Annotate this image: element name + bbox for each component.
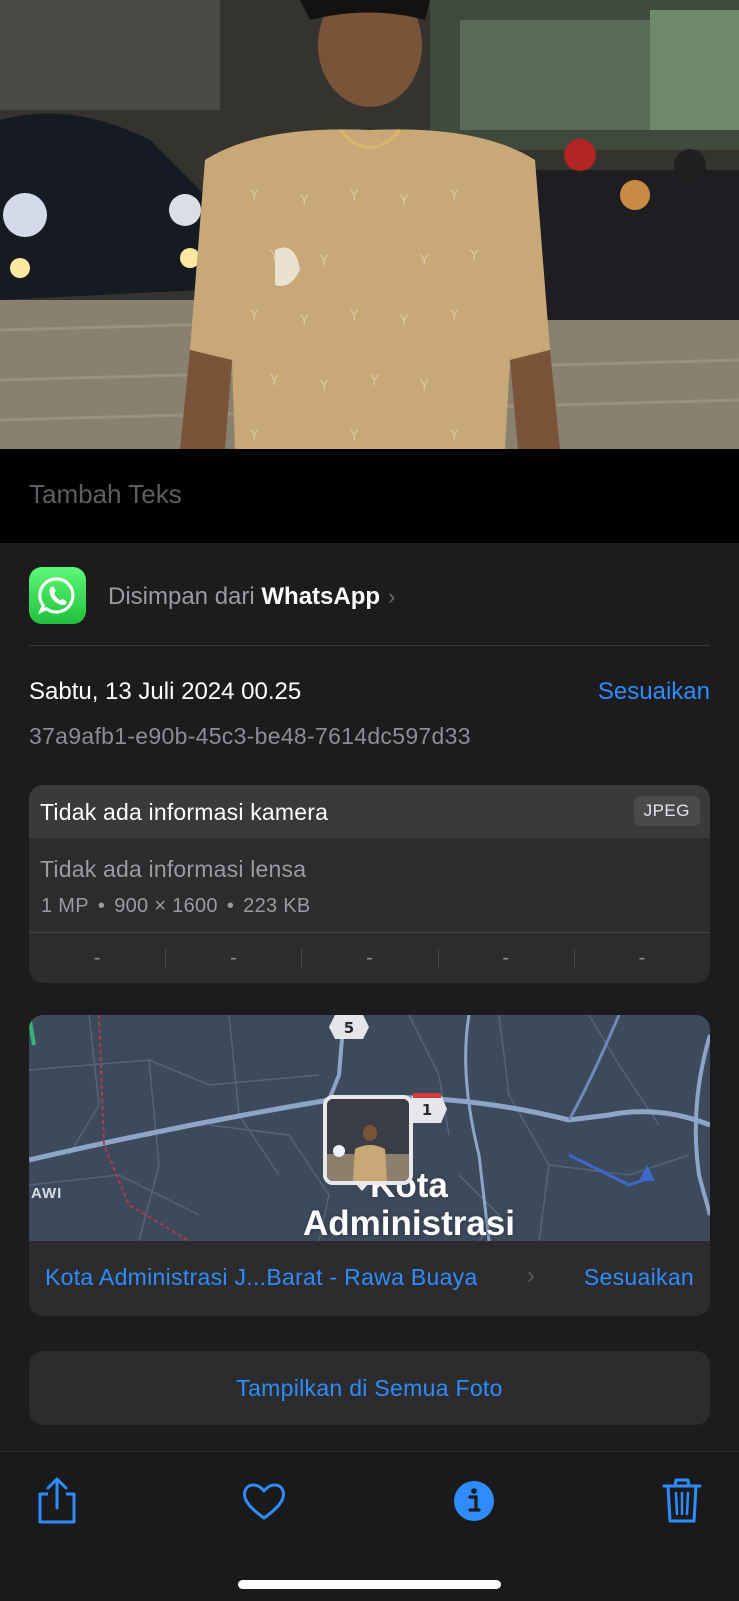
divider — [29, 645, 710, 646]
svg-text:Y: Y — [269, 373, 279, 389]
bottom-toolbar — [0, 1451, 739, 1601]
svg-text:Y: Y — [419, 378, 429, 394]
exif-shutter-speed: - — [573, 933, 710, 983]
lens-info: Tidak ada informasi lensa — [40, 856, 307, 882]
info-icon — [454, 1481, 494, 1521]
megapixels: 1 MP — [41, 895, 89, 917]
svg-text:Y: Y — [299, 313, 309, 329]
share-icon — [38, 1477, 76, 1524]
svg-text:Y: Y — [369, 373, 379, 389]
dimensions: 900 × 1600 — [114, 895, 218, 917]
home-indicator[interactable] — [238, 1580, 501, 1589]
map-city-label-line: Administrasi — [303, 1204, 515, 1242]
svg-text:Y: Y — [399, 313, 409, 329]
svg-text:Y: Y — [319, 253, 329, 269]
exif-exposure-value: - — [301, 933, 437, 983]
svg-text:Y: Y — [449, 188, 459, 204]
saved-from-text: Disimpan dari WhatsApp › — [108, 583, 395, 611]
map-pin-tail — [353, 1181, 371, 1191]
exif-iso: - — [93, 947, 101, 969]
camera-info-card: Tidak ada informasi kamera JPEG Tidak ad… — [29, 785, 710, 983]
separator-dot: • — [97, 895, 106, 917]
photo-viewer[interactable]: YYYYY YYYY YYYYY YYYY YYY — [0, 0, 739, 449]
location-name[interactable]: Kota Administrasi J...Barat - Rawa Buaya — [45, 1264, 478, 1291]
photo-date: Sabtu, 13 Juli 2024 00.25 — [29, 678, 302, 705]
share-button[interactable] — [30, 1474, 84, 1528]
caption-input[interactable]: Tambah Teks — [29, 479, 182, 510]
adjust-location-button[interactable]: Sesuaikan — [584, 1264, 694, 1291]
saved-from-row[interactable]: Disimpan dari WhatsApp › — [29, 567, 710, 627]
svg-text:Y: Y — [249, 188, 259, 204]
heart-icon — [243, 1483, 285, 1520]
camera-info-header: Tidak ada informasi kamera JPEG — [29, 785, 710, 838]
road-marker-1: 1 — [422, 1101, 432, 1119]
exif-aperture: - — [437, 933, 574, 983]
chevron-right-icon: › — [527, 1262, 535, 1289]
map-photo-thumbnail — [327, 1099, 409, 1181]
svg-text:Y: Y — [449, 308, 459, 324]
map-view[interactable]: 5 1 AWI Kota Administrasi — [29, 1015, 710, 1241]
svg-text:Y: Y — [399, 193, 409, 209]
saved-from-prefix: Disimpan dari — [108, 583, 255, 610]
photo-image: YYYYY YYYY YYYYY YYYY YYY — [0, 0, 739, 449]
show-in-all-photos-button[interactable]: Tampilkan di Semua Foto — [29, 1351, 710, 1425]
svg-text:Y: Y — [419, 253, 429, 269]
svg-text:Y: Y — [249, 428, 259, 444]
info-panel: Disimpan dari WhatsApp › Sabtu, 13 Juli 2… — [0, 543, 739, 1451]
map-photo-pin[interactable] — [323, 1095, 413, 1185]
trash-icon — [662, 1478, 702, 1523]
svg-text:Y: Y — [449, 428, 459, 444]
svg-text:Y: Y — [469, 248, 479, 264]
delete-button[interactable] — [655, 1474, 709, 1528]
svg-text:Y: Y — [349, 188, 359, 204]
exif-row: - - - - - — [29, 933, 710, 983]
caption-bar[interactable]: Tambah Teks — [0, 449, 739, 543]
road-marker-5: 5 — [344, 1019, 354, 1037]
camera-title: Tidak ada informasi kamera — [40, 799, 329, 825]
location-row[interactable]: Kota Administrasi J...Barat - Rawa Buaya… — [29, 1241, 710, 1316]
format-badge: JPEG — [633, 796, 700, 826]
map-edge-label: AWI — [31, 1185, 63, 1202]
separator-dot: • — [226, 895, 235, 917]
svg-text:Y: Y — [249, 308, 259, 324]
whatsapp-icon — [29, 567, 86, 624]
favorite-button[interactable] — [237, 1474, 291, 1528]
svg-text:Y: Y — [319, 378, 329, 394]
info-button[interactable] — [447, 1474, 501, 1528]
file-name: 37a9afb1-e90b-45c3-be48-7614dc597d33 — [29, 723, 471, 749]
chevron-right-icon: › — [388, 584, 396, 609]
svg-text:Y: Y — [349, 308, 359, 324]
saved-from-app: WhatsApp — [261, 583, 381, 610]
exif-focal-length: - — [165, 933, 301, 983]
svg-text:Y: Y — [299, 193, 309, 209]
location-card: 5 1 AWI Kota Administrasi Kota Administra… — [29, 1015, 710, 1316]
image-specs: 1 MP • 900 × 1600 • 223 KB — [41, 895, 311, 918]
file-size: 223 KB — [243, 895, 311, 917]
svg-text:Y: Y — [349, 428, 359, 444]
adjust-date-button[interactable]: Sesuaikan — [598, 678, 710, 706]
